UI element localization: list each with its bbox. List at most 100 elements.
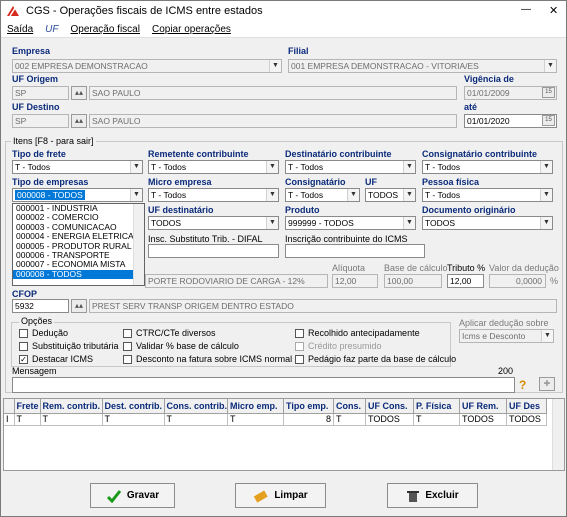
filial-select[interactable]: 001 EMPRESA DEMONSTRACAO - VITORIA/ES ▼ bbox=[288, 59, 557, 73]
pessoa-fisica-select[interactable]: T - Todos ▼ bbox=[422, 188, 553, 202]
uf-destinatario-select[interactable]: TODOS ▼ bbox=[148, 216, 279, 230]
chevron-down-icon: ▼ bbox=[347, 189, 359, 201]
micro-empresa-select[interactable]: T - Todos ▼ bbox=[148, 188, 279, 202]
option-checkbox[interactable]: Pedágio faz parte da base de cálculo bbox=[295, 354, 456, 364]
close-button[interactable]: ✕ bbox=[549, 4, 558, 17]
option-checkbox[interactable]: CTRC/CTe diversos bbox=[123, 328, 216, 338]
destinatario-select[interactable]: T - Todos ▼ bbox=[285, 160, 416, 174]
calendar-icon[interactable]: 15 bbox=[542, 115, 555, 126]
column-header[interactable]: UF Cons. bbox=[365, 399, 414, 414]
remetente-label: Remetente contribuinte bbox=[148, 149, 249, 159]
option-checkbox[interactable]: Recolhido antecipadamente bbox=[295, 328, 420, 338]
tributo-label: Tributo % bbox=[447, 263, 486, 273]
option-checkbox[interactable]: Desconto na fatura sobre ICMS normal bbox=[123, 354, 292, 364]
aplicar-deducao-select[interactable]: Icms e Desconto ▼ bbox=[459, 329, 554, 343]
excluir-button[interactable]: Excluir bbox=[387, 483, 478, 508]
tipo-frete-select[interactable]: T - Todos ▼ bbox=[12, 160, 143, 174]
option-label: CTRC/CTe diversos bbox=[136, 328, 216, 338]
eraser-icon bbox=[254, 490, 269, 503]
dropdown-option[interactable]: 000006 - TRANSPORTE bbox=[13, 251, 133, 260]
table-vertical-scrollbar[interactable] bbox=[552, 399, 564, 470]
binoculars-icon[interactable]: ▴▴ bbox=[71, 299, 87, 313]
minimize-button[interactable]: — bbox=[521, 4, 531, 15]
chevron-down-icon: ▼ bbox=[540, 189, 552, 201]
dropdown-option[interactable]: 000002 - COMERCIO bbox=[13, 213, 133, 222]
insc-contrib-input[interactable] bbox=[285, 244, 425, 258]
tipo-empresas-select[interactable]: 000008 - TODOS ▼ bbox=[12, 188, 143, 202]
option-label: Substituição tributária bbox=[32, 341, 119, 351]
empresa-label: Empresa bbox=[12, 46, 51, 56]
chevron-down-icon: ▼ bbox=[269, 60, 281, 72]
insc-subst-input[interactable] bbox=[148, 244, 279, 258]
chevron-down-icon: ▼ bbox=[540, 217, 552, 229]
uf-destino-label: UF Destino bbox=[12, 102, 60, 112]
documento-select[interactable]: TODOS ▼ bbox=[422, 216, 553, 230]
help-icon[interactable]: ? bbox=[519, 378, 526, 392]
produto-select[interactable]: 999999 - TODOS ▼ bbox=[285, 216, 416, 230]
remetente-select[interactable]: T - Todos ▼ bbox=[148, 160, 279, 174]
tributo-input[interactable]: 12,00 bbox=[447, 274, 484, 288]
produto-value: 999999 - TODOS bbox=[288, 218, 354, 228]
uf-select[interactable]: TODOS ▼ bbox=[365, 188, 416, 202]
empresa-select[interactable]: 002 EMPRESA DEMONSTRACAO ▼ bbox=[12, 59, 282, 73]
checkbox-box[interactable]: ✓ bbox=[19, 354, 28, 364]
dropdown-option[interactable]: 000003 - COMUNICACAO bbox=[13, 223, 133, 232]
menu-operacao-fiscal[interactable]: Operação fiscal bbox=[70, 24, 139, 35]
option-checkbox[interactable]: Substituição tributária bbox=[19, 341, 119, 351]
consignatario-select[interactable]: T - Todos ▼ bbox=[285, 188, 360, 202]
ate-label: até bbox=[464, 102, 478, 112]
option-checkbox[interactable]: ✓ Destacar ICMS bbox=[19, 354, 93, 364]
column-header[interactable]: Micro emp. bbox=[227, 399, 284, 414]
dropdown-option[interactable]: 000004 - ENERGIA ELETRICA bbox=[13, 232, 133, 241]
option-checkbox[interactable]: Crédito presumido bbox=[295, 341, 382, 351]
dropdown-option[interactable]: 000007 - ECONOMIA MISTA bbox=[13, 260, 133, 269]
column-header[interactable]: Frete bbox=[14, 399, 41, 414]
gravar-button[interactable]: Gravar bbox=[90, 483, 175, 508]
dropdown-option[interactable]: 000001 - INDUSTRIA bbox=[13, 204, 133, 213]
cfop-code[interactable]: 5932 bbox=[12, 299, 69, 313]
column-header[interactable]: Cons. bbox=[333, 399, 366, 414]
column-header[interactable]: P. Física bbox=[413, 399, 460, 414]
uf-origem-code[interactable]: SP bbox=[12, 86, 69, 100]
binoculars-icon[interactable]: ▴▴ bbox=[71, 86, 87, 100]
table-cell: T bbox=[164, 413, 228, 426]
column-header[interactable]: Rem. contrib. bbox=[40, 399, 103, 414]
menu-copiar-operacoes[interactable]: Copiar operações bbox=[152, 24, 231, 35]
consignatario-contrib-select[interactable]: T - Todos ▼ bbox=[422, 160, 553, 174]
valor-deducao-label: Valor da dedução bbox=[489, 263, 559, 273]
limpar-button[interactable]: Limpar bbox=[235, 483, 326, 508]
add-icon[interactable]: ✚ bbox=[539, 377, 555, 391]
option-checkbox[interactable]: Validar % base de cálculo bbox=[123, 341, 239, 351]
checkbox-box[interactable] bbox=[295, 341, 304, 351]
dropdown-scrollbar[interactable] bbox=[133, 204, 144, 285]
empresa-value: 002 EMPRESA DEMONSTRACAO bbox=[15, 61, 148, 71]
column-header[interactable]: Dest. contrib. bbox=[102, 399, 165, 414]
checkbox-box[interactable] bbox=[295, 328, 304, 338]
checkbox-box[interactable] bbox=[123, 341, 132, 351]
calendar-icon[interactable]: 15 bbox=[542, 87, 555, 98]
column-header[interactable]: UF Rem. bbox=[459, 399, 507, 414]
column-header[interactable]: UF Des bbox=[506, 399, 547, 414]
dropdown-option[interactable]: 000008 - TODOS bbox=[13, 269, 133, 280]
table-row[interactable]: I T T T T T 8 T TODOS T TODOS TODOS bbox=[4, 413, 547, 426]
dropdown-option[interactable]: 000005 - PRODUTOR RURAL bbox=[13, 242, 133, 251]
checkbox-box[interactable] bbox=[295, 354, 304, 364]
binoculars-icon[interactable]: ▴▴ bbox=[71, 114, 87, 128]
uf-destino-code[interactable]: SP bbox=[12, 114, 69, 128]
menu-uf[interactable]: UF bbox=[45, 24, 58, 35]
menu-saida[interactable]: Saída bbox=[7, 24, 33, 35]
chevron-down-icon: ▼ bbox=[403, 189, 415, 201]
pessoa-fisica-label: Pessoa física bbox=[422, 177, 480, 187]
operations-table: Frete Rem. contrib. Dest. contrib. Cons. co… bbox=[3, 398, 565, 471]
checkbox-box[interactable] bbox=[19, 328, 28, 338]
checkbox-box[interactable] bbox=[19, 341, 28, 351]
option-label: Dedução bbox=[32, 328, 69, 338]
uf-destinatario-label: UF destinatário bbox=[148, 205, 214, 215]
table-cell: 8 bbox=[283, 413, 334, 426]
checkbox-box[interactable] bbox=[123, 354, 132, 364]
column-header[interactable]: Tipo emp. bbox=[283, 399, 334, 414]
mensagem-input[interactable] bbox=[12, 377, 515, 393]
checkbox-box[interactable] bbox=[123, 328, 132, 338]
column-header[interactable]: Cons. contrib. bbox=[164, 399, 228, 414]
option-checkbox[interactable]: Dedução bbox=[19, 328, 68, 338]
